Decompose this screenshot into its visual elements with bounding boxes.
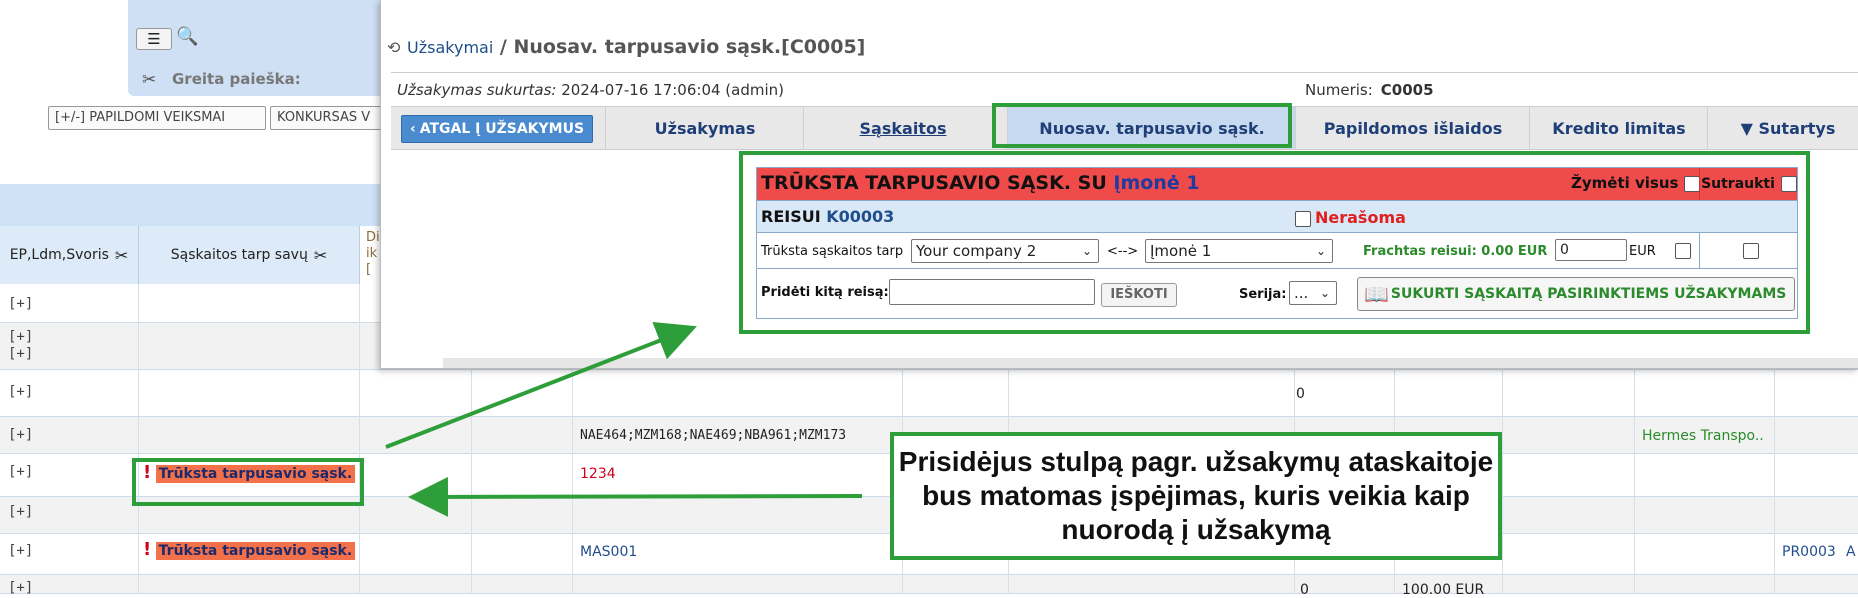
zoom-icon[interactable]: 🔍 bbox=[176, 26, 198, 47]
table-row[interactable] bbox=[0, 575, 1858, 594]
order-number: Numeris: C0005 bbox=[1305, 81, 1434, 99]
column-tools-icon[interactable]: ✂ bbox=[314, 246, 327, 265]
column-header-intercompany-invoices[interactable]: Sąskaitos tarp savų ✂ bbox=[139, 226, 360, 284]
table-row[interactable] bbox=[0, 370, 1858, 417]
annotation-text: Prisidėjus stulpą pagr. užsakymų ataskai… bbox=[898, 446, 1494, 545]
tools-icon[interactable]: ✂ bbox=[142, 70, 156, 90]
expand-row-toggle[interactable]: [+] bbox=[8, 464, 33, 480]
active-tab-highlight bbox=[992, 103, 1292, 148]
history-icon: ⟲ bbox=[387, 38, 401, 57]
breadcrumb-separator: / bbox=[499, 36, 507, 58]
row-value: 0 bbox=[1296, 386, 1305, 402]
truncated-column-header: Di ik [ bbox=[366, 230, 380, 277]
panel-highlight bbox=[739, 151, 1810, 334]
row-value: 0 bbox=[1300, 582, 1309, 598]
tab-credit-limit[interactable]: Kredito limitas bbox=[1529, 107, 1708, 149]
tab-contracts[interactable]: ▼ Sutartys bbox=[1707, 107, 1858, 149]
column-header-ep-ldm-weight[interactable]: EP,Ldm,Svoris ✂ bbox=[0, 226, 139, 284]
modal-footer-strip bbox=[443, 358, 1858, 368]
carrier-link[interactable]: Hermes Transpo.. bbox=[1642, 428, 1764, 444]
hamburger-icon: ☰ bbox=[147, 30, 161, 48]
warning-badge[interactable]: Trūksta tarpusavio sąsk. bbox=[155, 542, 356, 560]
expand-row-toggle[interactable]: [+] bbox=[8, 427, 33, 443]
quick-search-label: Greita paieška: bbox=[172, 70, 301, 88]
column-header-label: EP,Ldm,Svoris bbox=[9, 247, 109, 263]
created-label: Užsakymas sukurtas: bbox=[397, 81, 557, 99]
warning-highlight bbox=[132, 458, 364, 506]
row-value: A bbox=[1846, 544, 1856, 560]
breadcrumb: ⟲ Užsakymai / Nuosav. tarpusavio sąsk.[C… bbox=[387, 36, 865, 58]
order-info-bar: Užsakymas sukurtas: 2024-07-16 17:06:04 … bbox=[391, 72, 1858, 107]
missing-intercompany-warning[interactable]: ! Trūksta tarpusavio sąsk. bbox=[143, 539, 356, 560]
menu-button[interactable]: ☰ bbox=[136, 28, 172, 50]
number-label: Numeris: bbox=[1305, 81, 1373, 99]
expand-row-toggle[interactable]: [+] bbox=[8, 384, 33, 400]
tab-order[interactable]: Užsakymas bbox=[605, 107, 804, 149]
tab-additional-expenses[interactable]: Papildomos išlaidos bbox=[1295, 107, 1530, 149]
annotation-callout: Prisidėjus stulpą pagr. užsakymų ataskai… bbox=[890, 432, 1502, 560]
order-reference[interactable]: MAS001 bbox=[580, 544, 637, 560]
breadcrumb-orders-link[interactable]: Užsakymai bbox=[407, 38, 493, 57]
expand-row-toggle[interactable]: [+] [+] bbox=[8, 329, 33, 363]
expand-row-toggle[interactable]: [+] bbox=[8, 296, 33, 312]
additional-actions-button[interactable]: [+/-] PAPILDOMI VEIKSMAI bbox=[48, 106, 266, 130]
exclamation-icon: ! bbox=[143, 539, 152, 560]
vehicle-numbers: NAE464;MZM168;NAE469;NBA961;MZM173 bbox=[580, 428, 847, 443]
back-to-orders-button[interactable]: ‹ ATGAL Į UŽSAKYMUS bbox=[401, 115, 593, 143]
row-amount: 100.00 EUR bbox=[1402, 582, 1485, 598]
tender-button[interactable]: KONKURSAS V bbox=[270, 106, 396, 130]
order-reference[interactable]: 1234 bbox=[580, 466, 616, 482]
created-info: Užsakymas sukurtas: 2024-07-16 17:06:04 … bbox=[397, 81, 784, 99]
page-title: Nuosav. tarpusavio sąsk.[C0005] bbox=[513, 36, 866, 58]
expand-row-toggle[interactable]: [+] bbox=[8, 580, 33, 596]
number-value: C0005 bbox=[1380, 81, 1434, 99]
expand-row-toggle[interactable]: [+] bbox=[8, 543, 33, 559]
created-value: 2024-07-16 17:06:04 (admin) bbox=[561, 81, 784, 99]
column-header-label: Sąskaitos tarp savų bbox=[170, 247, 308, 263]
expand-row-toggle[interactable]: [+] bbox=[8, 504, 33, 520]
chevron-left-icon: ‹ bbox=[409, 121, 416, 137]
tab-invoices[interactable]: Sąskaitos bbox=[803, 107, 1002, 149]
column-tools-icon[interactable]: ✂ bbox=[115, 246, 128, 265]
project-link[interactable]: PR0003 bbox=[1782, 544, 1836, 560]
